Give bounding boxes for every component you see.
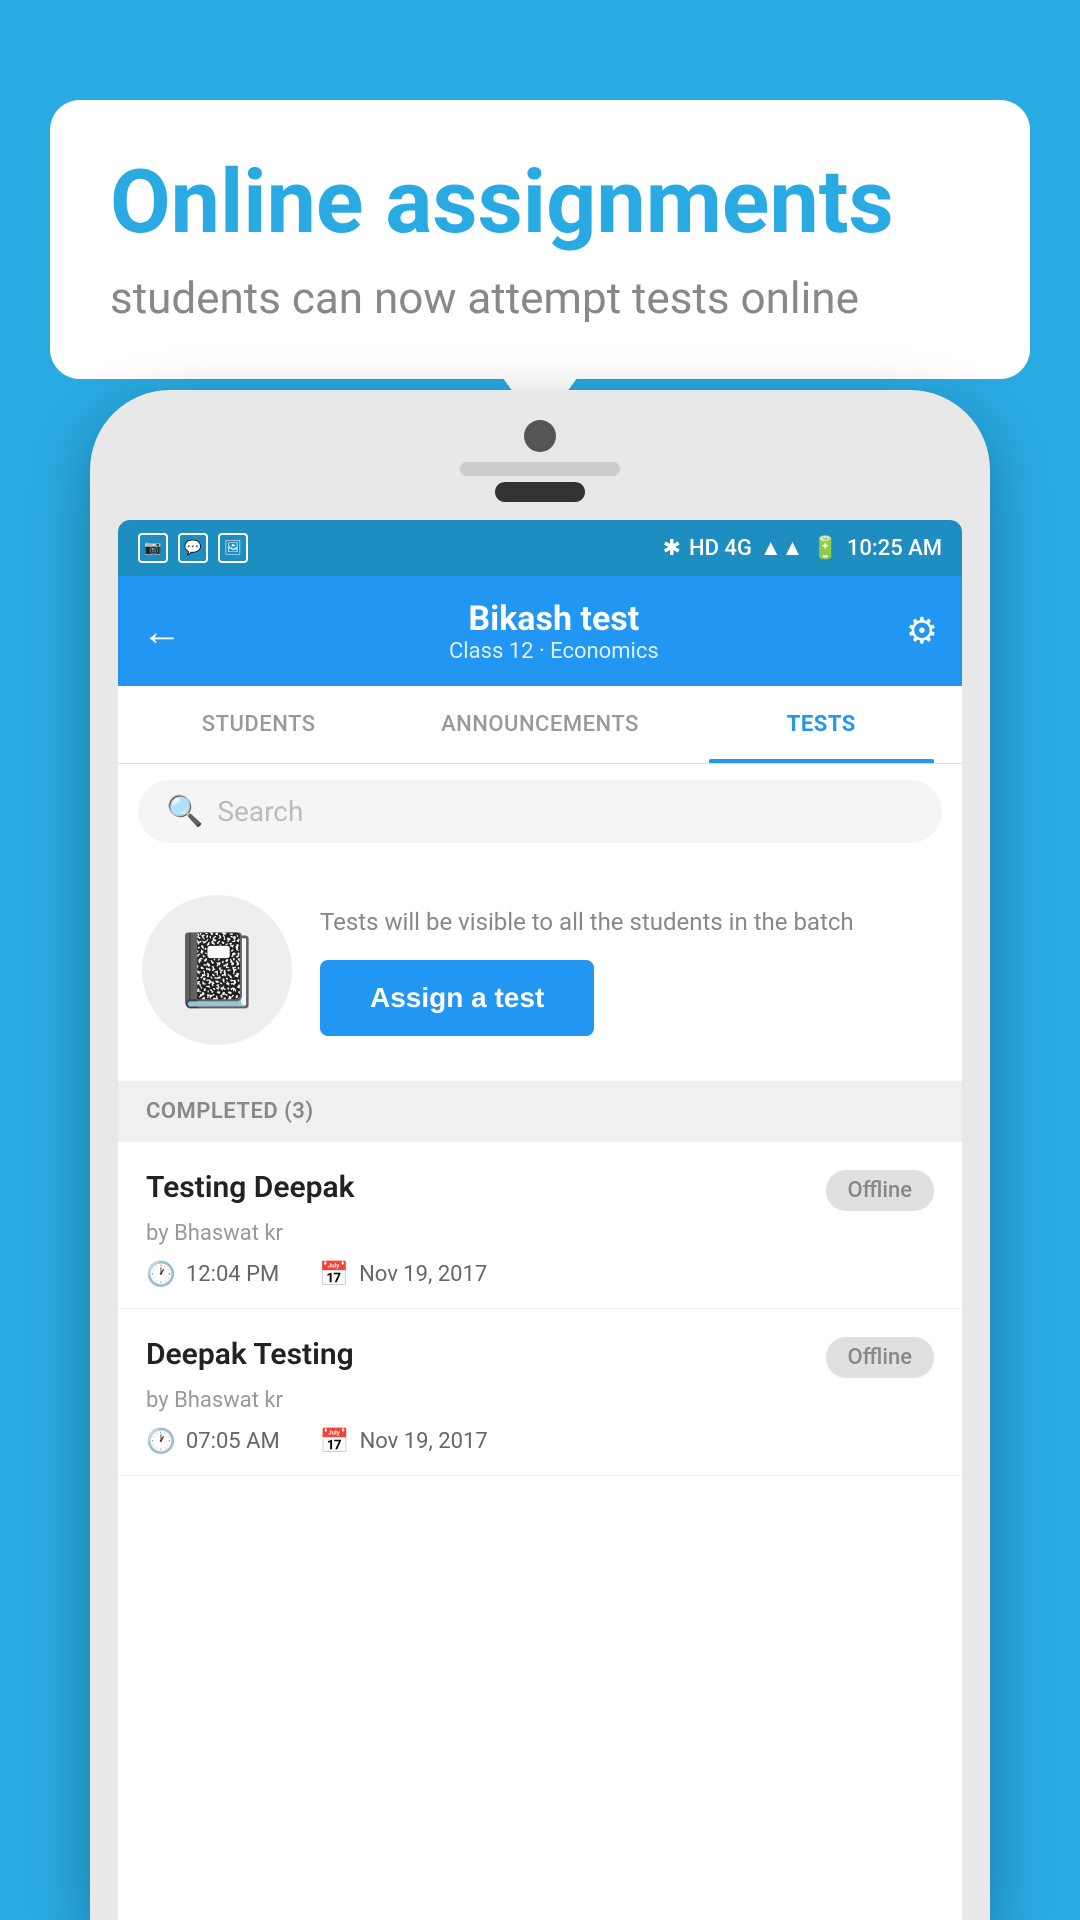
search-bar[interactable]: 🔍 Search	[138, 780, 942, 843]
test-time-value: 12:04 PM	[186, 1262, 279, 1287]
tabs: STUDENTS ANNOUNCEMENTS TESTS	[118, 686, 962, 764]
whatsapp-icon: 💬	[178, 533, 208, 563]
phone-frame: 📷 💬 🖼 ✱ HD 4G ▲▲ 🔋 10:25 AM ← Bikash tes…	[90, 390, 990, 1920]
tab-announcements[interactable]: ANNOUNCEMENTS	[399, 686, 680, 763]
search-icon: 🔍	[166, 794, 203, 829]
status-icons-left: 📷 💬 🖼	[138, 533, 248, 563]
test-date: 📅 Nov 19, 2017	[319, 1260, 487, 1288]
test-status-badge: Offline	[826, 1337, 934, 1378]
speech-bubble: Online assignments students can now atte…	[50, 100, 1030, 379]
tab-tests[interactable]: TESTS	[681, 686, 962, 763]
notebook-icon: 📓	[172, 928, 262, 1013]
time-label: 10:25 AM	[847, 536, 942, 561]
gallery-icon: 🖼	[218, 533, 248, 563]
app-bar: ← Bikash test Class 12 · Economics ⚙	[118, 576, 962, 686]
bluetooth-icon: ✱	[663, 536, 681, 561]
test-status-badge: Offline	[826, 1170, 934, 1211]
test-time-value: 07:05 AM	[186, 1429, 280, 1454]
assign-description: Tests will be visible to all the student…	[320, 904, 938, 940]
settings-button[interactable]: ⚙	[906, 610, 938, 652]
assign-section: 📓 Tests will be visible to all the stude…	[118, 859, 962, 1081]
test-date-value: Nov 19, 2017	[360, 1429, 488, 1454]
test-time: 🕐 12:04 PM	[146, 1260, 279, 1288]
app1-icon: 📷	[138, 533, 168, 563]
calendar-icon: 📅	[319, 1260, 349, 1288]
test-author: by Bhaswat kr	[146, 1221, 934, 1246]
app-bar-subtitle: Class 12 · Economics	[202, 639, 906, 664]
test-item: Deepak Testing Offline by Bhaswat kr 🕐 0…	[118, 1309, 962, 1476]
test-time: 🕐 07:05 AM	[146, 1427, 280, 1455]
bubble-subtitle: students can now attempt tests online	[110, 272, 970, 324]
phone-camera	[524, 420, 556, 452]
search-placeholder: Search	[217, 795, 303, 828]
test-item-header: Testing Deepak Offline	[146, 1170, 934, 1211]
calendar-icon: 📅	[320, 1427, 350, 1455]
test-meta: 🕐 12:04 PM 📅 Nov 19, 2017	[146, 1260, 934, 1288]
search-container: 🔍 Search	[118, 764, 962, 859]
test-meta: 🕐 07:05 AM 📅 Nov 19, 2017	[146, 1427, 934, 1455]
phone-screen: 📷 💬 🖼 ✱ HD 4G ▲▲ 🔋 10:25 AM ← Bikash tes…	[118, 520, 962, 1920]
clock-icon: 🕐	[146, 1260, 176, 1288]
phone-speaker	[460, 462, 620, 476]
status-right: ✱ HD 4G ▲▲ 🔋 10:25 AM	[663, 535, 942, 561]
back-button[interactable]: ←	[142, 608, 182, 655]
test-item-header: Deepak Testing Offline	[146, 1337, 934, 1378]
bubble-title: Online assignments	[110, 155, 970, 252]
network-label: HD 4G	[689, 536, 752, 561]
phone-top	[118, 420, 962, 502]
signal-icon: ▲▲	[760, 535, 804, 561]
test-name: Testing Deepak	[146, 1170, 354, 1205]
app-bar-title: Bikash test	[202, 599, 906, 639]
notebook-icon-wrap: 📓	[142, 895, 292, 1045]
app-bar-title-group: Bikash test Class 12 · Economics	[202, 599, 906, 664]
status-bar: 📷 💬 🖼 ✱ HD 4G ▲▲ 🔋 10:25 AM	[118, 520, 962, 576]
assign-test-button[interactable]: Assign a test	[320, 960, 594, 1036]
test-name: Deepak Testing	[146, 1337, 354, 1372]
test-date: 📅 Nov 19, 2017	[320, 1427, 488, 1455]
tab-students[interactable]: STUDENTS	[118, 686, 399, 763]
test-author: by Bhaswat kr	[146, 1388, 934, 1413]
assign-right: Tests will be visible to all the student…	[320, 904, 938, 1036]
test-item: Testing Deepak Offline by Bhaswat kr 🕐 1…	[118, 1142, 962, 1309]
clock-icon: 🕐	[146, 1427, 176, 1455]
battery-icon: 🔋	[811, 536, 838, 561]
completed-header: COMPLETED (3)	[118, 1081, 962, 1142]
test-date-value: Nov 19, 2017	[359, 1262, 487, 1287]
phone-earpiece	[495, 482, 585, 502]
